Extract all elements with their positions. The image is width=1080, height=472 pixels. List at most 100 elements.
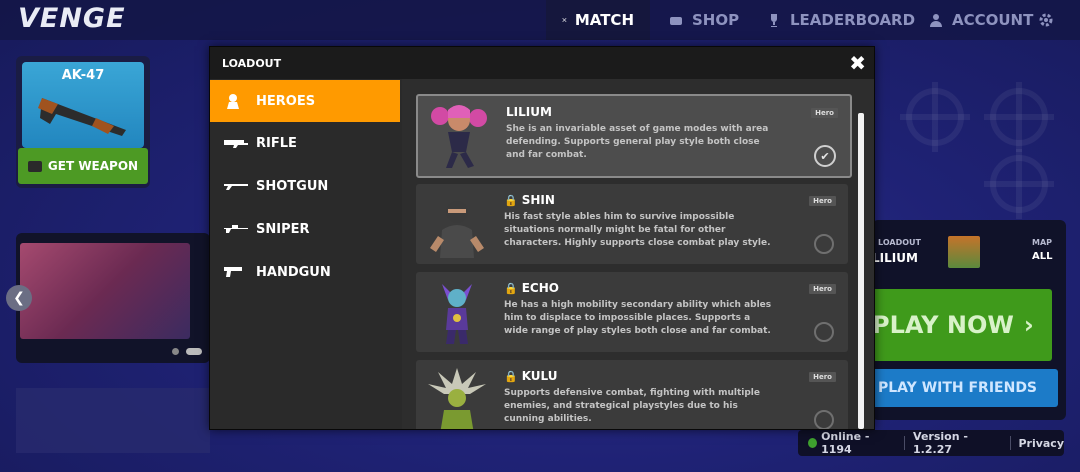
- hero-name-text: ECHO: [521, 281, 559, 295]
- map-label: MAP: [1032, 238, 1053, 247]
- weapon-image: AK-47: [22, 62, 144, 148]
- hero-badge: Hero: [809, 372, 836, 382]
- lock-icon: 🔒: [504, 193, 518, 207]
- get-weapon-button[interactable]: GET WEAPON: [18, 148, 148, 184]
- gear-icon: [1039, 13, 1053, 27]
- kulu-portrait: [428, 368, 486, 429]
- hero-card-echo[interactable]: 🔒 ECHO He has a high mobility secondary a…: [416, 272, 848, 352]
- online-icon: [808, 438, 818, 448]
- category-label: HANDGUN: [256, 264, 331, 280]
- trophy-icon: [771, 14, 777, 27]
- play-with-friends-label: PLAY WITH FRIENDS: [878, 380, 1038, 396]
- scrollbar[interactable]: [858, 113, 864, 429]
- online-count: Online - 1194: [821, 430, 870, 456]
- hero-name: 🔒 ECHO: [504, 281, 559, 295]
- promo-image[interactable]: [20, 243, 190, 339]
- selected-check-icon[interactable]: ✔: [814, 145, 836, 167]
- get-weapon-label: GET WEAPON: [47, 159, 139, 173]
- hero-card-kulu[interactable]: 🔒 KULU Supports defensive combat, fightin…: [416, 360, 848, 429]
- carousel-prev-button[interactable]: ❮: [6, 285, 32, 311]
- play-with-friends-button[interactable]: PLAY WITH FRIENDS: [872, 369, 1058, 407]
- weapon-title: AK-47: [61, 68, 105, 83]
- play-now-button[interactable]: PLAY NOW ›: [872, 289, 1052, 361]
- nav-account[interactable]: ACCOUNT: [912, 0, 1049, 40]
- modal-title: LOADOUT: [222, 57, 282, 70]
- shin-portrait: [430, 201, 484, 258]
- crosshair-decoration: [900, 82, 970, 152]
- category-label: RIFLE: [256, 135, 297, 151]
- divider: [904, 436, 906, 450]
- user-icon: [930, 14, 942, 27]
- lock-icon: 🔒: [504, 281, 518, 295]
- carousel-dot-active[interactable]: [186, 348, 202, 355]
- venge-logo[interactable]: VENGE: [18, 3, 126, 34]
- hero-card-lilium[interactable]: LILIUM She is an invariable asset of gam…: [416, 94, 852, 178]
- hero-icon: [224, 94, 248, 109]
- close-icon[interactable]: ✖: [849, 51, 866, 75]
- lock-icon: 🔒: [504, 369, 518, 383]
- category-shotgun[interactable]: SHOTGUN: [210, 165, 400, 207]
- hero-name-text: KULU: [521, 369, 558, 383]
- hero-radio[interactable]: [814, 410, 834, 429]
- bottom-left-banner: [16, 388, 210, 453]
- loadout-modal: LOADOUT ✖ HEROES RIFLE SHOTGUN SNIPER HA…: [209, 46, 875, 430]
- nav-match[interactable]: MATCH: [546, 0, 650, 40]
- category-handgun[interactable]: HANDGUN: [210, 251, 400, 293]
- crosshair-decoration: [984, 82, 1054, 152]
- hero-name: LILIUM: [506, 105, 552, 119]
- nav-leaderboard-label: LEADERBOARD: [790, 11, 916, 29]
- hero-name: 🔒 KULU: [504, 369, 558, 383]
- settings-button[interactable]: [1030, 0, 1062, 40]
- loadout-value[interactable]: LILIUM: [872, 251, 918, 265]
- category-heroes[interactable]: HEROES: [210, 80, 400, 122]
- echo-portrait: [442, 284, 472, 344]
- category-sniper[interactable]: SNIPER: [210, 208, 400, 250]
- crosshair-decoration: [984, 149, 1054, 219]
- hero-description: She is an invariable asset of game modes…: [506, 124, 769, 160]
- category-rifle[interactable]: RIFLE: [210, 122, 400, 164]
- scrollbar-thumb[interactable]: [858, 113, 864, 429]
- hero-badge: Hero: [811, 108, 838, 118]
- category-sidebar: HEROES RIFLE SHOTGUN SNIPER HANDGUN: [210, 79, 402, 429]
- category-label: SHOTGUN: [256, 178, 329, 194]
- hero-badge: Hero: [809, 196, 836, 206]
- handgun-icon: [224, 265, 248, 279]
- hero-radio[interactable]: [814, 234, 834, 254]
- map-value[interactable]: ALL: [1032, 251, 1052, 262]
- map-thumbnail[interactable]: [948, 236, 980, 268]
- promo-carousel: [16, 233, 210, 363]
- hero-name-text: LILIUM: [506, 105, 552, 119]
- hero-name-text: SHIN: [521, 193, 555, 207]
- privacy-link[interactable]: Privacy: [1018, 437, 1064, 450]
- hero-description: He has a high mobility secondary ability…: [504, 300, 772, 336]
- sniper-icon: [224, 222, 248, 236]
- carousel-dot[interactable]: [172, 348, 179, 355]
- hero-radio[interactable]: [814, 322, 834, 342]
- hero-list: LILIUM She is an invariable asset of gam…: [402, 79, 874, 429]
- nav-shop-label: SHOP: [692, 11, 740, 29]
- nav-shop[interactable]: SHOP: [652, 0, 755, 40]
- loadout-label: LOADOUT: [878, 238, 921, 247]
- status-bar: Online - 1194 Version - 1.2.27 Privacy: [798, 430, 1064, 456]
- nav-account-label: ACCOUNT: [952, 11, 1034, 29]
- chevron-left-icon: ❮: [13, 290, 25, 306]
- divider: [1009, 436, 1011, 450]
- film-icon: [27, 160, 42, 172]
- hero-name: 🔒 SHIN: [504, 193, 555, 207]
- hero-description: His fast style ables him to survive impo…: [504, 212, 771, 248]
- top-bar: VENGE MATCH SHOP LEADERBOARD ACCOUNT: [0, 0, 1080, 40]
- rifle-icon: [224, 136, 248, 150]
- swords-icon: [562, 17, 567, 23]
- lilium-portrait: [431, 105, 487, 168]
- version-text: Version - 1.2.27: [913, 430, 968, 456]
- nav-leaderboard[interactable]: LEADERBOARD: [750, 0, 931, 40]
- category-label: HEROES: [256, 93, 316, 109]
- category-label: SNIPER: [256, 221, 310, 237]
- shotgun-icon: [224, 179, 248, 193]
- shop-icon: [670, 17, 682, 25]
- hero-badge: Hero: [809, 284, 836, 294]
- hero-description: Supports defensive combat, fighting with…: [504, 388, 760, 424]
- hero-card-shin[interactable]: 🔒 SHIN His fast style ables him to surviv…: [416, 184, 848, 264]
- rifle-illustration: [38, 98, 126, 136]
- chevron-right-icon: ›: [1023, 311, 1034, 339]
